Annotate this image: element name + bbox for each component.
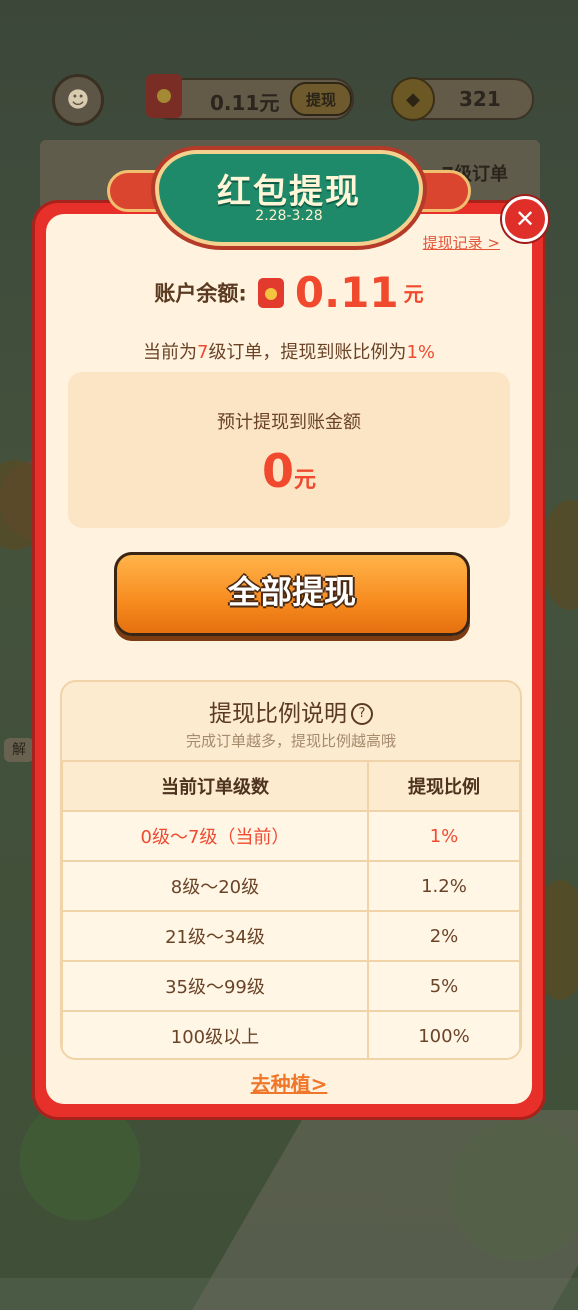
red-envelope-icon bbox=[257, 277, 284, 308]
withdraw-record-link[interactable]: 提现记录 > bbox=[423, 232, 500, 253]
table-row: 8级～20级 1.2% bbox=[62, 860, 520, 912]
estimated-amount-box: 预计提现到账金额 0元 bbox=[68, 372, 510, 528]
coin-balance-value: 321 bbox=[459, 87, 501, 111]
coin-icon: ◆ bbox=[391, 77, 435, 121]
balance-unit: 元 bbox=[403, 282, 424, 306]
current-ratio-value: 1% bbox=[406, 342, 435, 363]
coin-balance-pill: ◆ 321 bbox=[391, 77, 534, 121]
column-header-level: 当前订单级数 bbox=[62, 760, 369, 812]
ratio-panel-title: 提现比例说明? bbox=[62, 694, 520, 728]
go-plant-link[interactable]: 去种植> bbox=[0, 1068, 578, 1097]
column-header-ratio: 提现比例 bbox=[366, 760, 520, 812]
dialog-title: 红包提现 bbox=[217, 172, 361, 212]
level-cell: 0级～7级（当前） bbox=[62, 810, 369, 862]
level-cell: 21级～34级 bbox=[62, 910, 369, 962]
estimated-amount-unit: 元 bbox=[294, 468, 317, 493]
table-row: 100级以上 100% bbox=[62, 1010, 520, 1058]
table-header-row: 当前订单级数 提现比例 bbox=[62, 760, 520, 812]
ratio-cell: 1.2% bbox=[366, 860, 520, 912]
withdraw-all-button[interactable]: 全部提现 bbox=[114, 552, 470, 636]
table-row: 0级～7级（当前） 1% bbox=[62, 810, 520, 862]
withdraw-ratio-panel: 提现比例说明? 完成订单越多，提现比例越高哦 当前订单级数 提现比例 0级～7级… bbox=[60, 680, 522, 1060]
close-icon: ✕ bbox=[514, 205, 536, 233]
account-balance-row: 账户余额: 0.11 元 bbox=[0, 268, 578, 322]
close-button[interactable]: ✕ bbox=[502, 196, 548, 242]
top-status-bar: ☻ 0.11元 提现 ◆ 321 bbox=[0, 72, 578, 126]
ratio-table: 当前订单级数 提现比例 0级～7级（当前） 1% 8级～20级 1.2% 21级… bbox=[62, 760, 520, 1058]
estimated-amount-label: 预计提现到账金额 bbox=[217, 412, 361, 433]
table-row: 35级～99级 5% bbox=[62, 960, 520, 1012]
cash-balance-value: 0.11元 bbox=[210, 91, 280, 115]
help-icon[interactable]: ? bbox=[351, 703, 373, 725]
order-line-middle: 级订单，提现到账比例为 bbox=[208, 342, 407, 363]
red-envelope-icon bbox=[146, 74, 182, 118]
estimated-amount: 0元 bbox=[68, 444, 510, 498]
ratio-cell: 2% bbox=[366, 910, 520, 962]
order-level-value: 7 bbox=[196, 342, 209, 363]
current-order-level-text: 当前为7级订单，提现到账比例为1% bbox=[0, 338, 578, 364]
balance-value: 0.11 bbox=[294, 268, 399, 317]
dialog-date-range: 2.28-3.28 bbox=[255, 208, 323, 224]
avatar[interactable]: ☻ bbox=[52, 74, 104, 126]
topbar-withdraw-button[interactable]: 提现 bbox=[290, 82, 352, 116]
estimated-amount-value: 0 bbox=[261, 444, 294, 498]
ratio-cell: 1% bbox=[366, 810, 520, 862]
order-line-prefix: 当前为 bbox=[142, 342, 197, 363]
level-cell: 8级～20级 bbox=[62, 860, 369, 912]
ratio-cell: 100% bbox=[366, 1010, 520, 1058]
background-side-label: 解 bbox=[4, 738, 34, 762]
level-cell: 100级以上 bbox=[62, 1010, 369, 1058]
ratio-panel-subtitle: 完成订单越多，提现比例越高哦 bbox=[185, 732, 396, 750]
balance-label: 账户余额: bbox=[154, 281, 247, 306]
table-row: 21级～34级 2% bbox=[62, 910, 520, 962]
dialog-title-banner: 红包提现 2.28-3.28 bbox=[107, 150, 471, 246]
level-cell: 35级～99级 bbox=[62, 960, 369, 1012]
ratio-panel-title-text: 提现比例说明 bbox=[209, 701, 347, 727]
cash-balance-pill: 0.11元 提现 bbox=[146, 74, 354, 120]
ratio-cell: 5% bbox=[366, 960, 520, 1012]
